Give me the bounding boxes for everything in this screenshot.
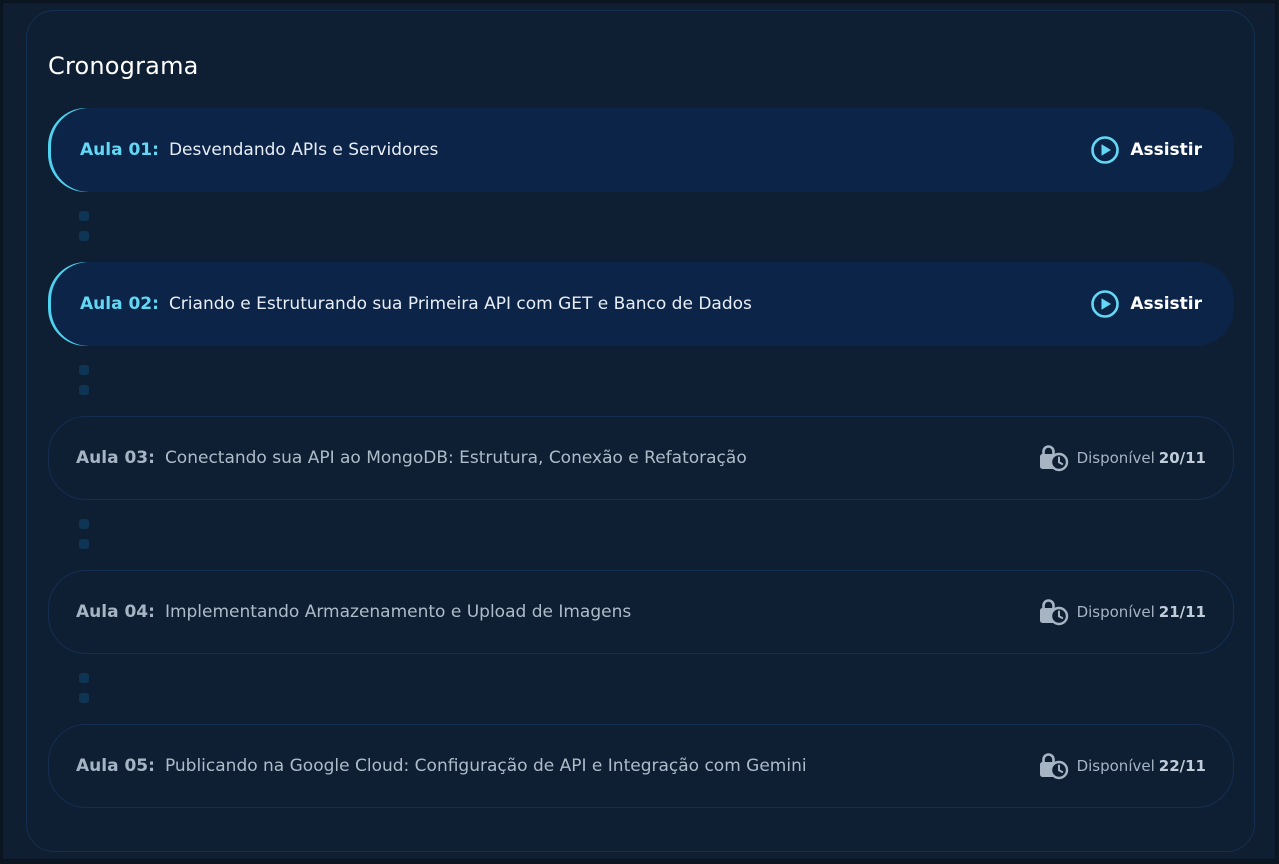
play-circle-icon [1090, 135, 1120, 165]
page-title: Cronograma [48, 52, 199, 80]
lock-clock-icon [1039, 598, 1069, 626]
lesson-title: Criando e Estruturando sua Primeira API … [168, 294, 752, 314]
availability-label: Disponível [1076, 449, 1155, 467]
lesson-card-04: Aula 04: Implementando Armazenamento e U… [48, 570, 1234, 654]
availability-status: Disponível 22/11 [1039, 725, 1206, 807]
lesson-title: Publicando na Google Cloud: Configuração… [164, 756, 807, 776]
availability-status: Disponível 20/11 [1039, 417, 1206, 499]
timeline-dot [79, 231, 89, 241]
lesson-title: Desvendando APIs e Servidores [168, 140, 439, 160]
lesson-label: Aula 02: [80, 294, 159, 314]
lesson-title: Implementando Armazenamento e Upload de … [164, 602, 632, 622]
timeline-dot [79, 365, 89, 375]
lesson-label: Aula 04: [76, 602, 155, 622]
availability-label: Disponível [1076, 603, 1155, 621]
timeline-dot [79, 673, 89, 683]
watch-label: Assistir [1130, 140, 1202, 160]
lesson-card-03: Aula 03: Conectando sua API ao MongoDB: … [48, 416, 1234, 500]
timeline-dot [79, 693, 89, 703]
watch-button[interactable]: Assistir [1090, 262, 1202, 346]
timeline-dot [79, 211, 89, 221]
lesson-title: Conectando sua API ao MongoDB: Estrutura… [164, 448, 747, 468]
timeline-dot [79, 385, 89, 395]
watch-button[interactable]: Assistir [1090, 108, 1202, 192]
timeline-dot [79, 519, 89, 529]
availability-status: Disponível 21/11 [1039, 571, 1206, 653]
lesson-card-02[interactable]: Aula 02: Criando e Estruturando sua Prim… [48, 262, 1234, 346]
lesson-card-05: Aula 05: Publicando na Google Cloud: Con… [48, 724, 1234, 808]
lesson-card-01[interactable]: Aula 01: Desvendando APIs e Servidores A… [48, 108, 1234, 192]
availability-date: 21/11 [1158, 603, 1206, 621]
availability-date: 20/11 [1158, 449, 1206, 467]
play-circle-icon [1090, 289, 1120, 319]
lesson-label: Aula 01: [80, 140, 159, 160]
lock-clock-icon [1039, 752, 1069, 780]
availability-label: Disponível [1076, 757, 1155, 775]
lock-clock-icon [1039, 444, 1069, 472]
lesson-label: Aula 03: [76, 448, 155, 468]
timeline-dot [79, 539, 89, 549]
watch-label: Assistir [1130, 294, 1202, 314]
lesson-label: Aula 05: [76, 756, 155, 776]
availability-date: 22/11 [1158, 757, 1206, 775]
